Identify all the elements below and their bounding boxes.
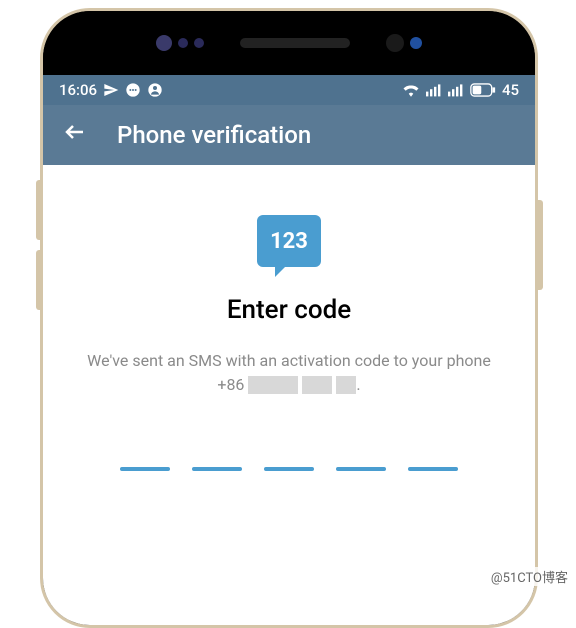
message-icon xyxy=(125,82,141,98)
phone-notch xyxy=(43,11,535,75)
speaker-grille xyxy=(240,38,350,48)
redaction-block xyxy=(336,376,356,394)
redaction-block xyxy=(302,376,332,394)
desc-prefix: We've sent an SMS with an activation cod… xyxy=(87,351,491,370)
back-arrow-icon[interactable] xyxy=(63,120,87,150)
code-digit-1[interactable] xyxy=(120,467,170,471)
code-digit-2[interactable] xyxy=(192,467,242,471)
account-icon xyxy=(147,82,163,98)
code-digit-3[interactable] xyxy=(264,467,314,471)
sensor-dot xyxy=(194,38,204,48)
masked-phone: +86 xyxy=(217,373,356,397)
code-digit-5[interactable] xyxy=(408,467,458,471)
status-right: 45 xyxy=(402,81,519,99)
description-text: We've sent an SMS with an activation cod… xyxy=(43,349,535,397)
sensor-dot xyxy=(410,37,422,49)
wifi-icon xyxy=(402,83,420,97)
desc-suffix: . xyxy=(356,375,360,394)
phone-power-button xyxy=(538,200,543,290)
status-left: 16:06 xyxy=(59,81,163,99)
battery-level: 45 xyxy=(502,81,519,99)
phone-frame: 16:06 45 xyxy=(40,8,538,628)
signal-4g-icon xyxy=(426,83,442,97)
telegram-icon xyxy=(103,82,119,98)
enter-code-heading: Enter code xyxy=(227,295,351,325)
watermark: @51CTO博客 xyxy=(491,567,568,586)
code-input-group xyxy=(120,467,458,471)
battery-icon xyxy=(470,83,496,97)
icon-label: 123 xyxy=(270,229,308,254)
clock-time: 16:06 xyxy=(59,81,97,99)
code-digit-4[interactable] xyxy=(336,467,386,471)
app-bar: Phone verification xyxy=(43,105,535,165)
sms-code-icon: 123 xyxy=(257,215,321,267)
front-camera xyxy=(386,34,404,52)
content-area: 123 Enter code We've sent an SMS with an… xyxy=(43,165,535,628)
sensor-dot xyxy=(178,38,188,48)
redaction-block xyxy=(248,376,298,394)
sensor-dot xyxy=(156,35,172,51)
page-title: Phone verification xyxy=(117,121,311,149)
status-bar: 16:06 45 xyxy=(43,75,535,105)
phone-prefix: +86 xyxy=(217,373,244,397)
signal-icon xyxy=(448,83,464,97)
